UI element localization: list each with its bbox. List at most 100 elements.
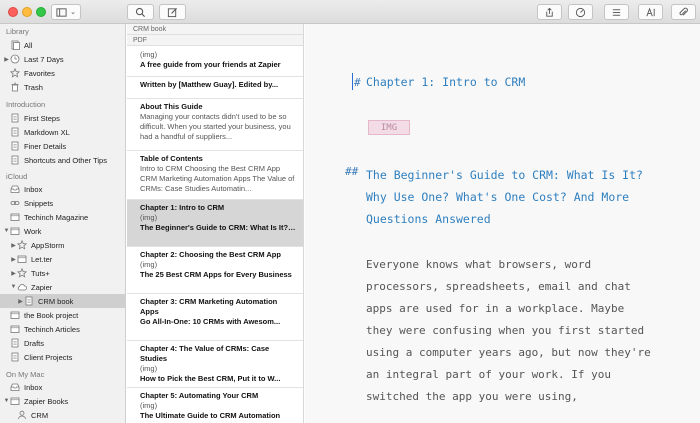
link-icon xyxy=(10,198,20,208)
typography-button[interactable] xyxy=(638,4,663,20)
sheet-icon xyxy=(24,296,34,306)
disclosure-closed-icon[interactable]: ▶ xyxy=(10,270,17,277)
sidebar-item-finer-details[interactable]: Finer Details xyxy=(0,139,125,153)
close-window-button[interactable] xyxy=(8,7,18,17)
heading-2[interactable]: The Beginner's Guide to CRM: What Is It?… xyxy=(366,164,646,230)
note-title: Chapter 5: Automating Your CRM xyxy=(140,391,259,400)
sidebar-item-label: Techinch Magazine xyxy=(24,212,89,222)
disclosure-closed-icon[interactable]: ▶ xyxy=(3,56,10,63)
sidebar-item-all[interactable]: All xyxy=(0,38,125,52)
note-list-item[interactable]: Chapter 4: The Value of CRMs: Case Studi… xyxy=(127,341,303,388)
share-button[interactable] xyxy=(537,4,562,20)
sidebar-item-label: Zapier Books xyxy=(24,396,69,406)
sidebar-item-the-book-project[interactable]: the Book project xyxy=(0,308,125,322)
sidebar-item-client-projects[interactable]: Client Projects xyxy=(0,350,125,364)
sidebar-item-label: Finer Details xyxy=(24,141,67,151)
sidebar-item-shortcuts-and-other-tips[interactable]: Shortcuts and Other Tips xyxy=(0,153,125,167)
disclosure-open-icon[interactable]: ▼ xyxy=(10,284,17,290)
share-icon xyxy=(546,7,553,17)
inbox-icon xyxy=(10,382,20,392)
note-title: Written by [Matthew Guay]. Edited by... xyxy=(140,80,279,89)
section-icloud: iCloud xyxy=(6,172,28,181)
note-list-item[interactable]: About This Guide Managing your contacts d… xyxy=(127,99,303,151)
minimize-window-button[interactable] xyxy=(22,7,32,17)
editor[interactable]: # Chapter 1: Intro to CRM IMG ## The Beg… xyxy=(305,24,700,423)
sidebar-item-label: Drafts xyxy=(24,338,45,348)
sidebar-item-label: Favorites xyxy=(24,68,55,78)
note-preview-line: Intro to CRM Choosing the Best CRM App C… xyxy=(140,164,295,193)
sidebar-item-label: All xyxy=(24,40,33,50)
search-icon xyxy=(135,7,146,17)
disclosure-open-icon[interactable]: ▼ xyxy=(3,228,10,234)
sidebar-item-crm-book[interactable]: ▶ CRM book xyxy=(0,294,125,308)
sidebar-item-zapier-books[interactable]: ▼ Zapier Books xyxy=(0,394,125,408)
zoom-window-button[interactable] xyxy=(36,7,46,17)
sidebar-item-markdown-xl[interactable]: Markdown XL xyxy=(0,125,125,139)
sidebar-item-inbox[interactable]: Inbox xyxy=(0,182,125,196)
sidebar-item-label: Trash xyxy=(24,82,43,92)
sidebar-item-zapier[interactable]: ▼ Zapier xyxy=(0,280,125,294)
view-mode-button[interactable]: ⌄ xyxy=(51,4,81,20)
heading-1[interactable]: Chapter 1: Intro to CRM xyxy=(366,75,525,89)
note-list-item[interactable]: Chapter 1: Intro to CRM (img) The Beginner… xyxy=(127,200,303,247)
all-icon xyxy=(10,40,20,50)
search-button[interactable] xyxy=(127,4,154,20)
statistics-button[interactable] xyxy=(568,4,593,20)
section-on-my-mac: On My Mac xyxy=(6,370,45,379)
sheet-icon xyxy=(10,155,20,165)
sidebar: Library Introduction iCloud On My Mac Al… xyxy=(0,24,126,423)
text-cursor xyxy=(352,73,353,90)
star-icon xyxy=(17,240,27,250)
body-paragraph[interactable]: Everyone knows what browsers, word proce… xyxy=(366,254,656,408)
note-list-item[interactable]: Chapter 3: CRM Marketing Automation Apps… xyxy=(127,294,303,341)
note-preview-line: A free guide from your friends at Zapier xyxy=(140,60,281,69)
disclosure-closed-icon[interactable]: ▶ xyxy=(10,242,17,249)
sidebar-item-label: Client Projects xyxy=(24,352,73,362)
sidebar-item-tuts[interactable]: ▶ Tuts+ xyxy=(0,266,125,280)
sidebar-item-label: Markdown XL xyxy=(24,127,70,137)
font-icon xyxy=(646,7,655,16)
folder-icon xyxy=(10,324,20,334)
sheet-icon xyxy=(10,141,20,151)
note-title: Chapter 2: Choosing the Best CRM App xyxy=(140,250,281,259)
sidebar-item-crm[interactable]: CRM xyxy=(0,408,125,422)
note-list-item[interactable]: Chapter 5: Automating Your CRM (img) The U… xyxy=(127,388,303,423)
note-title: Chapter 3: CRM Marketing Automation Apps xyxy=(140,297,278,316)
note-list-item[interactable]: Table of Contents Intro to CRM Choosing t… xyxy=(127,151,303,200)
sidebar-item-snippets[interactable]: Snippets xyxy=(0,196,125,210)
sidebar-item-techinch-articles[interactable]: Techinch Articles xyxy=(0,322,125,336)
sidebar-item-label: Snippets xyxy=(24,198,54,208)
sidebar-item-techinch-magazine[interactable]: Techinch Magazine xyxy=(0,210,125,224)
sidebar-item-trash[interactable]: Trash xyxy=(0,80,125,94)
folder-icon xyxy=(10,310,20,320)
sidebar-item-label: Inbox xyxy=(24,184,43,194)
sidebar-item-label: Last 7 Days xyxy=(24,54,64,64)
sidebar-item-work[interactable]: ▼ Work xyxy=(0,224,125,238)
sidebar-item-drafts[interactable]: Drafts xyxy=(0,336,125,350)
sidebar-item-favorites[interactable]: Favorites xyxy=(0,66,125,80)
note-preview-line: (img) xyxy=(140,401,158,410)
sidebar-item-label: Techinch Articles xyxy=(24,324,80,334)
note-list-item[interactable]: (img) A free guide from your friends at Z… xyxy=(127,47,303,77)
sidebar-item-appstorm[interactable]: ▶ AppStorm xyxy=(0,238,125,252)
note-preview-line: (img) xyxy=(140,213,158,222)
sidebar-item-label: Zapier xyxy=(31,282,53,292)
sheet-icon xyxy=(10,352,20,362)
sidebar-item-first-steps[interactable]: First Steps xyxy=(0,111,125,125)
outline-button[interactable] xyxy=(604,4,629,20)
note-list-item[interactable]: Written by [Matthew Guay]. Edited by... xyxy=(127,77,303,99)
sidebar-item-label: CRM book xyxy=(38,296,74,306)
sidebar-item-let-ter[interactable]: ▶ Let.ter xyxy=(0,252,125,266)
new-note-button[interactable] xyxy=(159,4,186,20)
image-placeholder[interactable]: IMG xyxy=(368,120,410,135)
note-preview-line: Go All-In-One: 10 CRMs with Awesom... xyxy=(140,317,281,326)
note-preview-line: The Beginner's Guide to CRM: What Is It?… xyxy=(140,223,297,232)
sidebar-item-inbox[interactable]: Inbox xyxy=(0,380,125,394)
sidebar-item-last-7-days[interactable]: ▶ Last 7 Days xyxy=(0,52,125,66)
note-list-item[interactable]: Chapter 2: Choosing the Best CRM App (img… xyxy=(127,247,303,294)
sidebar-item-label: Work xyxy=(24,226,42,236)
disclosure-open-icon[interactable]: ▼ xyxy=(3,398,10,404)
disclosure-closed-icon[interactable]: ▶ xyxy=(17,298,24,305)
attach-button[interactable] xyxy=(671,4,696,20)
disclosure-closed-icon[interactable]: ▶ xyxy=(10,256,17,263)
